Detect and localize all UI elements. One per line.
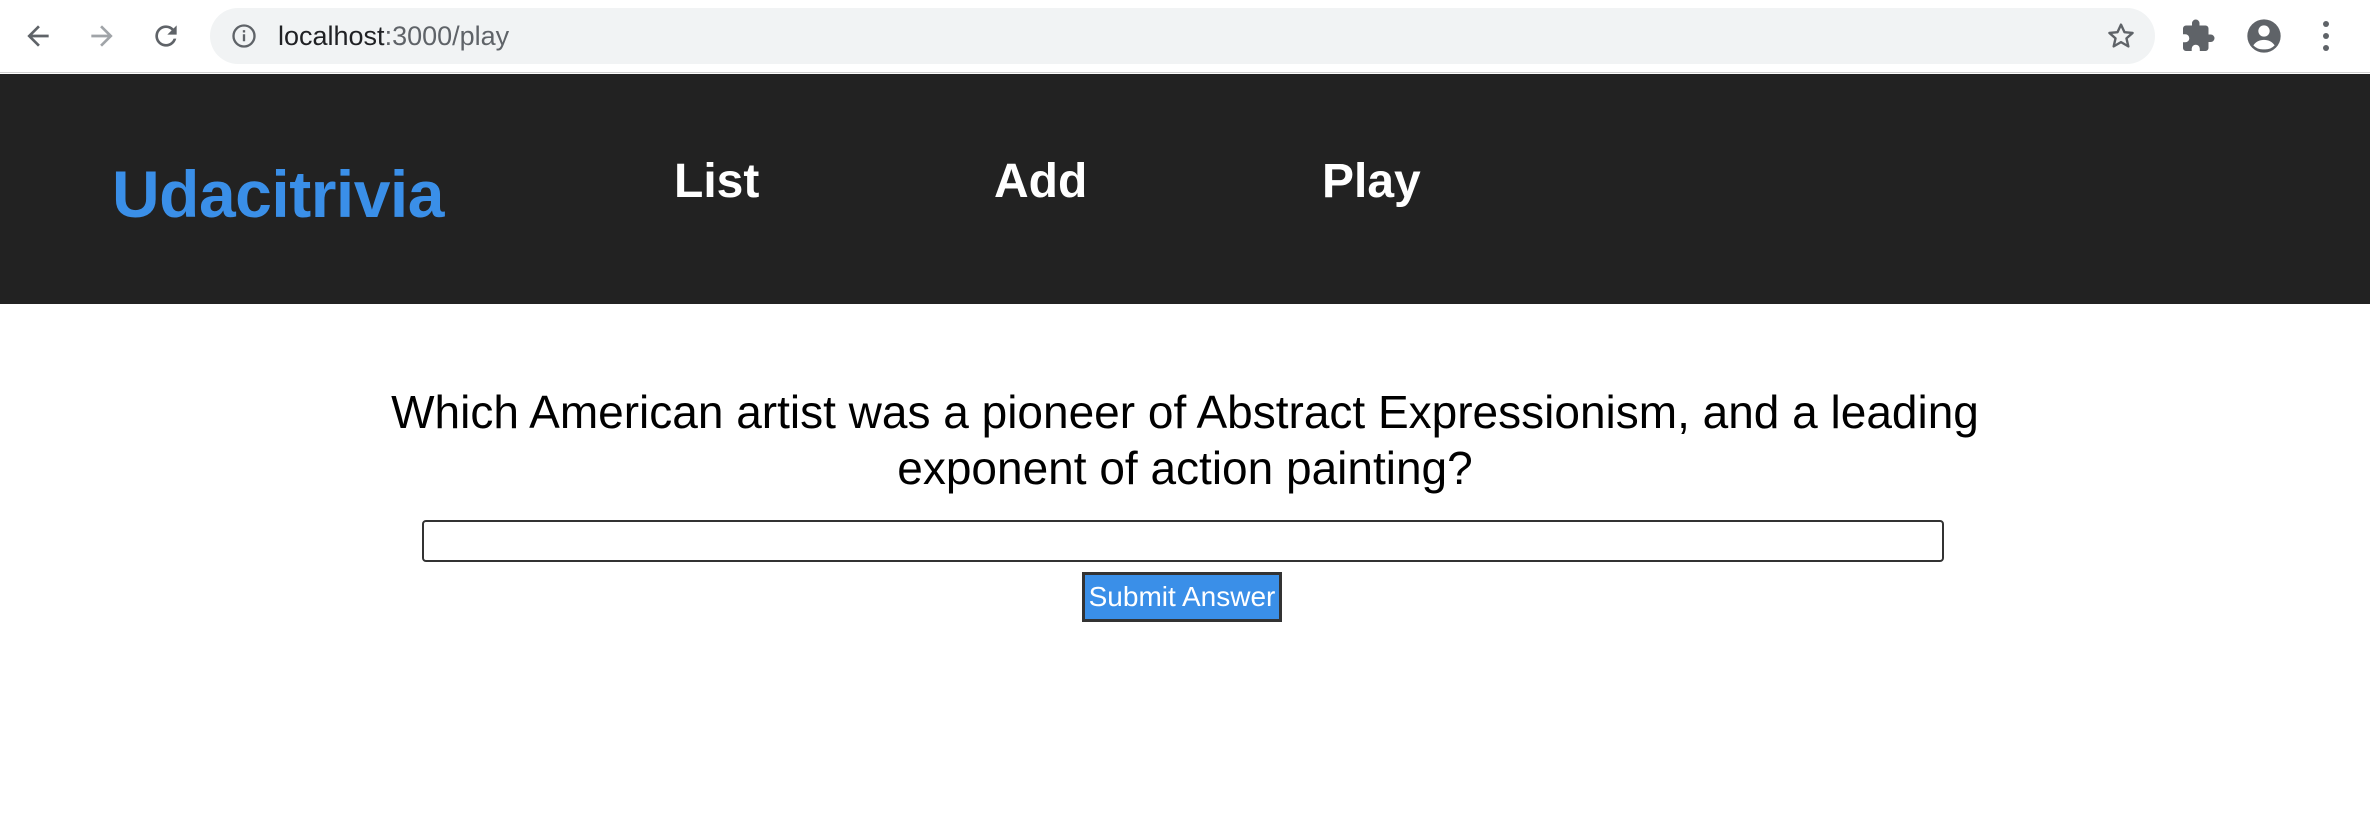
browser-toolbar: localhost:3000/play — [0, 0, 2370, 73]
nav-add[interactable]: Add — [994, 154, 1087, 209]
kebab-menu-icon[interactable] — [2314, 18, 2338, 54]
question-text: Which American artist was a pioneer of A… — [391, 386, 1979, 494]
reload-icon — [155, 25, 177, 47]
reload-button[interactable] — [142, 12, 190, 60]
url-host: localhost — [278, 21, 385, 51]
address-bar[interactable]: localhost:3000/play — [210, 8, 2155, 64]
app-header: Udacitrivia List Add Play — [0, 74, 2370, 304]
nav-play[interactable]: Play — [1322, 154, 1421, 209]
brand-logo[interactable]: Udacitrivia — [112, 156, 444, 232]
forward-arrow-icon — [91, 25, 113, 47]
puzzle-icon[interactable] — [2180, 18, 2216, 54]
info-icon[interactable] — [230, 22, 258, 50]
answer-input[interactable] — [422, 520, 1944, 562]
url-path: :3000/play — [384, 21, 510, 51]
quiz-play-area: Which American artist was a pioneer of A… — [0, 304, 2370, 840]
forward-button[interactable] — [78, 12, 126, 60]
back-button[interactable] — [14, 12, 62, 60]
nav-list[interactable]: List — [674, 154, 759, 209]
submit-answer-button[interactable]: Submit Answer — [1082, 572, 1282, 622]
star-icon[interactable] — [2105, 20, 2137, 52]
account-icon[interactable] — [2244, 16, 2284, 56]
url-text[interactable]: localhost:3000/play — [278, 21, 509, 51]
back-arrow-icon — [27, 25, 49, 47]
